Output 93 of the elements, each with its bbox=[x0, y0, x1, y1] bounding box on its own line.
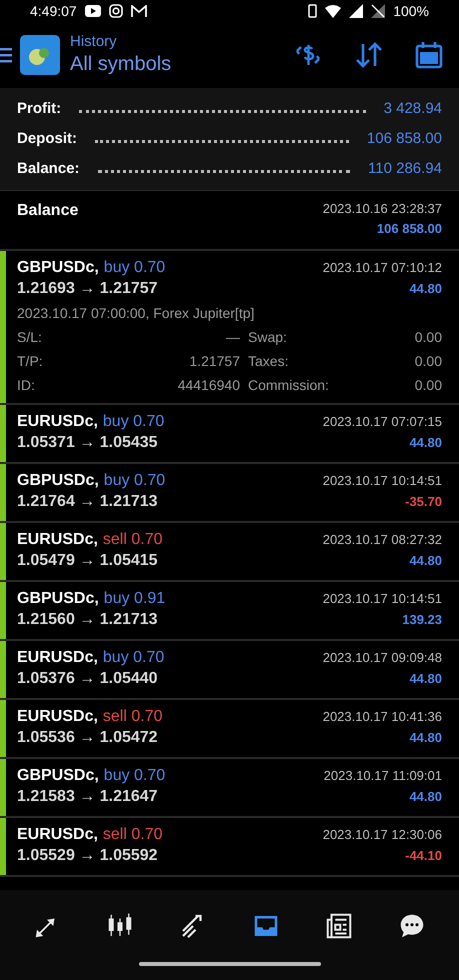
trade-row[interactable]: GBPUSDc, buy 0.70 1.21693 → 1.21757 2023.10.17 07:10:12 44.80 2023.10.17 07:00:00, Forex Jupiter[tp] S/L: — Swap: 0.00 T/P: 1.21757 Taxes: 0.00 ID: 44416940 Commission: 0.00 bbox=[0, 251, 459, 405]
trade-prices: 1.21583 → 1.21647 bbox=[17, 787, 159, 807]
balance-label: Balance bbox=[17, 201, 78, 221]
detail-label: S/L: bbox=[17, 328, 43, 347]
trade-prices: 1.05536 → 1.05472 bbox=[17, 728, 159, 748]
camera-icon bbox=[108, 4, 123, 18]
trade-time: 2023.10.17 10:14:51 bbox=[322, 590, 442, 608]
phone-icon bbox=[308, 4, 318, 18]
signal-icon bbox=[371, 4, 386, 18]
trade-row[interactable]: EURUSDc, buy 0.70 1.05371 → 1.05435 2023.10.17 07:07:15 44.80 bbox=[0, 405, 459, 464]
trade-row[interactable]: EURUSDc, buy 0.70 1.05376 → 1.05440 2023.10.17 09:09:48 44.80 bbox=[0, 641, 459, 700]
detail-value: — bbox=[225, 328, 240, 347]
trade-prices: 1.05479 → 1.05415 bbox=[17, 551, 159, 571]
detail-value: 1.21757 bbox=[188, 352, 240, 371]
trade-profit: -44.10 bbox=[405, 847, 442, 865]
trade-action: buy 0.70 bbox=[102, 648, 164, 668]
video-icon bbox=[84, 5, 101, 17]
trade-row[interactable]: GBPUSDc, buy 0.91 1.21560 → 1.21713 2023.10.17 10:14:51 139.23 bbox=[0, 582, 459, 641]
battery-level: 100% bbox=[393, 2, 429, 20]
trade-action: sell 0.70 bbox=[102, 707, 162, 727]
symbol: GBPUSDc, bbox=[17, 258, 99, 278]
signal-icon bbox=[349, 4, 364, 18]
symbol: EURUSDc, bbox=[17, 707, 98, 727]
summary-value: 106 858.00 bbox=[366, 128, 442, 149]
symbol: EURUSDc, bbox=[17, 412, 98, 432]
detail-value: 0.00 bbox=[414, 352, 442, 371]
detail-label: Taxes: bbox=[248, 352, 290, 371]
detail-label: Commission: bbox=[248, 376, 330, 395]
trade-action: buy 0.70 bbox=[102, 412, 164, 432]
trade-profit: 44.80 bbox=[409, 280, 442, 298]
screen-title: All symbols bbox=[70, 52, 172, 77]
summary-value: 110 286.94 bbox=[368, 158, 442, 179]
trade-prices: 1.05376 → 1.05440 bbox=[17, 669, 159, 689]
trade-prices: 1.21764 → 1.21713 bbox=[17, 492, 159, 512]
trade-profit: 44.80 bbox=[409, 729, 442, 747]
app-logo-icon bbox=[20, 35, 60, 75]
trade-row[interactable]: EURUSDc, sell 0.70 1.05536 → 1.05472 2023.10.17 10:41:36 44.80 bbox=[0, 700, 459, 759]
entry-amount: 106 858.00 bbox=[376, 220, 442, 238]
detail-label: ID: bbox=[17, 376, 36, 395]
trade-time: 2023.10.17 12:30:06 bbox=[322, 826, 442, 844]
trade-time: 2023.10.17 08:27:32 bbox=[322, 531, 442, 549]
trade-profit: 44.80 bbox=[409, 434, 442, 452]
trade-profit: 44.80 bbox=[409, 552, 442, 570]
detail-value: 0.00 bbox=[414, 328, 442, 347]
trade-prices: 1.21693 → 1.21757 bbox=[17, 279, 159, 299]
summary-label: Deposit: bbox=[17, 128, 77, 149]
symbol: GBPUSDc, bbox=[17, 766, 99, 786]
sort-icon[interactable] bbox=[355, 42, 383, 68]
trade-time: 2023.10.17 10:41:36 bbox=[322, 708, 442, 726]
trade-profit: 44.80 bbox=[409, 670, 442, 688]
symbol: EURUSDc, bbox=[17, 825, 98, 845]
newspaper-icon[interactable] bbox=[324, 911, 354, 941]
calendar-icon[interactable] bbox=[415, 40, 443, 70]
clock: 4:49:07 bbox=[30, 2, 77, 20]
trade-action: sell 0.70 bbox=[102, 530, 162, 550]
trade-time: 2023.10.17 11:09:01 bbox=[324, 767, 442, 785]
trade-action: buy 0.91 bbox=[104, 589, 166, 609]
detail-value: 44416940 bbox=[176, 376, 240, 395]
symbol: GBPUSDc, bbox=[17, 471, 99, 491]
detail-label: T/P: bbox=[17, 352, 44, 371]
trade-time: 2023.10.17 10:14:51 bbox=[322, 472, 442, 490]
trade-time: 2023.10.17 09:09:48 bbox=[322, 649, 442, 667]
detail-label: Swap: bbox=[248, 328, 288, 347]
screen-subtitle: History bbox=[70, 33, 118, 52]
mail-icon bbox=[130, 4, 147, 18]
summary-value: 3 428.94 bbox=[384, 98, 442, 119]
detail-value: 0.00 bbox=[414, 376, 442, 395]
summary-label: Profit: bbox=[17, 98, 62, 119]
symbol: GBPUSDc, bbox=[17, 589, 99, 609]
balance-row[interactable]: Balance 2023.10.16 23:28:37 106 858.00 bbox=[0, 191, 459, 251]
trade-info: 2023.10.17 07:00:00, Forex Jupiter[tp] bbox=[17, 304, 256, 323]
trade-row[interactable]: EURUSDc, sell 0.70 1.05529 → 1.05592 2023.10.17 12:30:06 -44.10 bbox=[0, 818, 459, 877]
trade-time: 2023.10.17 07:10:12 bbox=[322, 259, 442, 277]
trade-profit: -35.70 bbox=[405, 493, 442, 511]
trade-action: buy 0.70 bbox=[104, 258, 166, 278]
trade-action: buy 0.70 bbox=[104, 471, 166, 491]
menu-icon[interactable] bbox=[0, 47, 12, 63]
symbol: EURUSDc, bbox=[17, 530, 98, 550]
trade-action: buy 0.70 bbox=[104, 766, 166, 786]
trade-prices: 1.21560 → 1.21713 bbox=[17, 610, 159, 630]
trade-profit: 139.23 bbox=[402, 611, 442, 629]
trade-action: sell 0.70 bbox=[102, 825, 162, 845]
trade-row[interactable]: GBPUSDc, buy 0.70 1.21764 → 1.21713 2023.10.17 10:14:51 -35.70 bbox=[0, 464, 459, 523]
trade-time: 2023.10.17 07:07:15 bbox=[322, 413, 442, 431]
trade-prices: 1.05529 → 1.05592 bbox=[17, 846, 159, 866]
entry-time: 2023.10.16 23:28:37 bbox=[322, 200, 442, 218]
trade-prices: 1.05371 → 1.05435 bbox=[17, 433, 159, 453]
trade-profit: 44.80 bbox=[409, 788, 442, 806]
summary-label: Balance: bbox=[17, 158, 80, 179]
symbol: EURUSDc, bbox=[17, 648, 98, 668]
trade-row[interactable]: EURUSDc, sell 0.70 1.05479 → 1.05415 2023.10.17 08:27:32 44.80 bbox=[0, 523, 459, 582]
trade-row[interactable]: GBPUSDc, buy 0.70 1.21583 → 1.21647 2023.10.17 11:09:01 44.80 bbox=[0, 759, 459, 818]
wifi-icon bbox=[325, 4, 342, 18]
